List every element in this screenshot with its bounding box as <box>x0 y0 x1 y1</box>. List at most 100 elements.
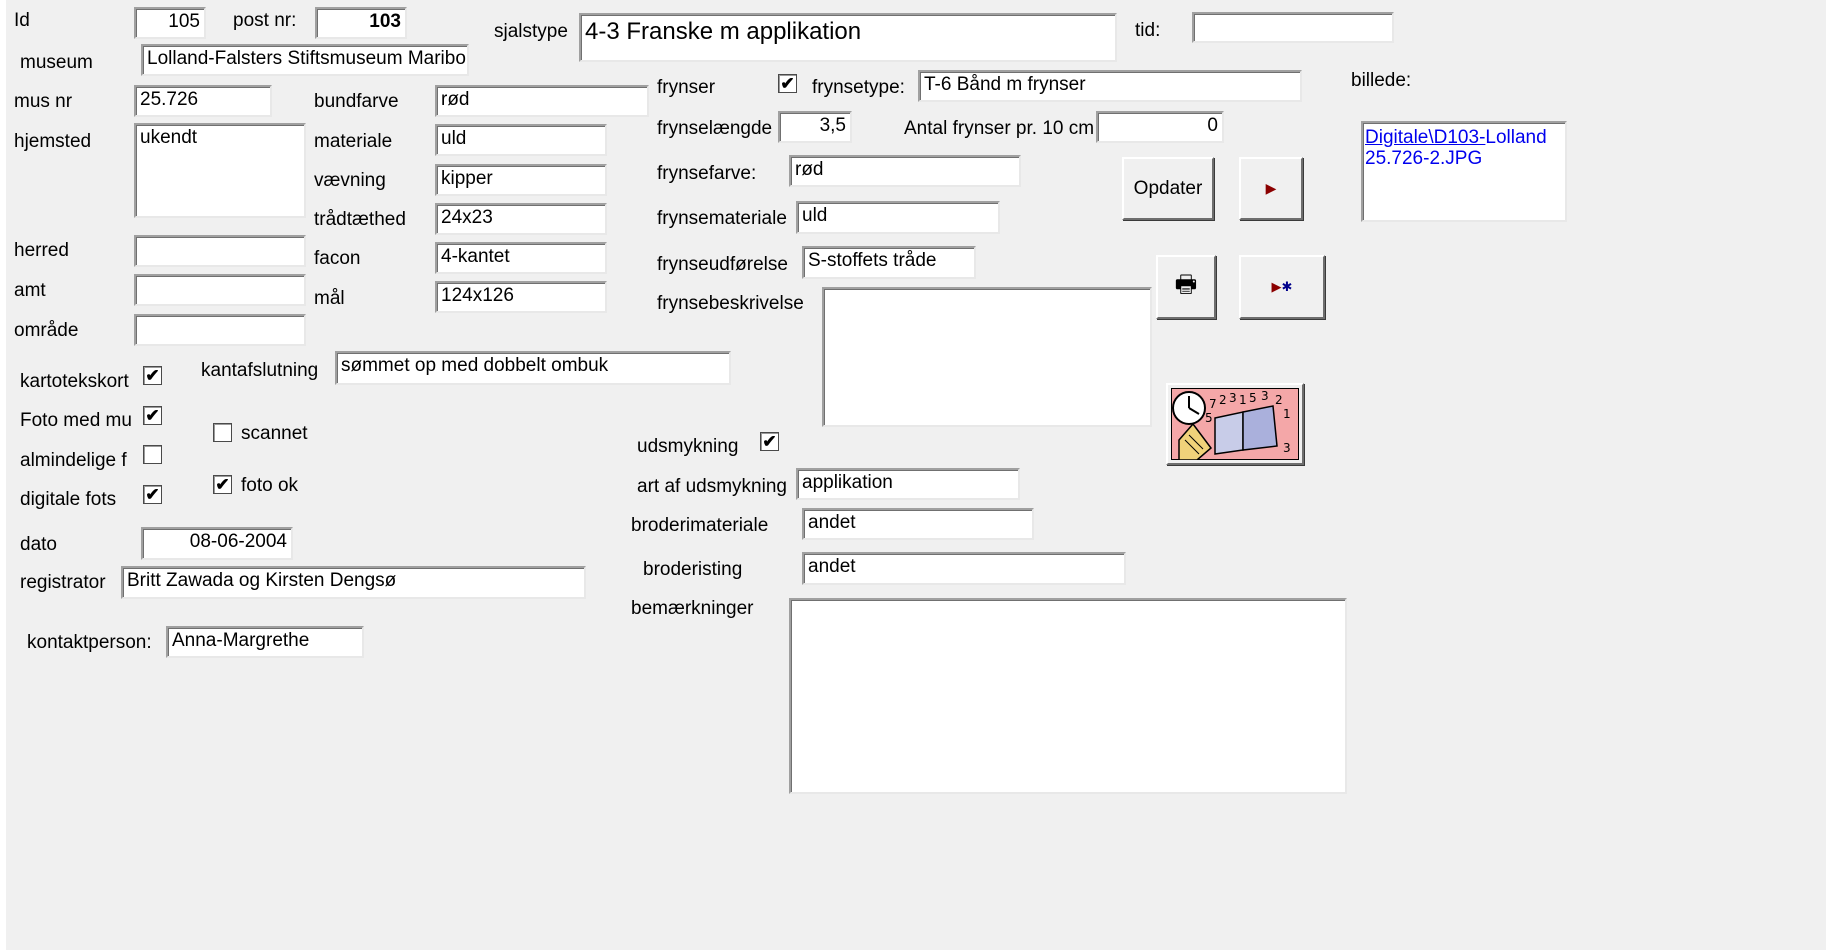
hjemsted-label: hjemsted <box>14 131 92 152</box>
svg-text:2: 2 <box>1275 393 1283 407</box>
sjalstype-label: sjalstype <box>494 21 568 42</box>
svg-text:3: 3 <box>1229 391 1237 405</box>
billede-text: Lolland <box>1485 127 1547 148</box>
almindelige-f-checkbox[interactable] <box>143 445 162 464</box>
new-record-star: ✱ <box>1281 279 1293 294</box>
mus-nr-field[interactable]: 25.726 <box>134 85 272 117</box>
kontaktperson-label: kontaktperson: <box>27 632 152 653</box>
broderimateriale-field[interactable]: andet <box>802 508 1034 540</box>
frynseudfoerelse-field[interactable]: S-stoffets tråde <box>802 246 976 279</box>
svg-text:2: 2 <box>1219 393 1227 407</box>
tid-label: tid: <box>1135 20 1161 41</box>
frynselaengde-label: frynselængde <box>657 118 773 139</box>
amt-label: amt <box>14 280 46 301</box>
svg-text:5: 5 <box>1249 391 1257 405</box>
svg-text:7: 7 <box>1209 397 1217 411</box>
next-record-button[interactable]: ▶ <box>1239 157 1303 220</box>
post-nr-field[interactable]: 103 <box>315 7 407 39</box>
sjalstype-field[interactable]: 4-3 Franske m applikation <box>579 13 1117 62</box>
billede-label: billede: <box>1351 70 1412 91</box>
kantafslutning-label: kantafslutning <box>201 360 319 381</box>
digitale-fots-checkbox[interactable]: ✔ <box>143 485 162 504</box>
bemaerkninger-label: bemærkninger <box>631 598 754 619</box>
registrator-field[interactable]: Britt Zawada og Kirsten Dengsø <box>121 566 586 599</box>
frynsebeskrivelse-label: frynsebeskrivelse <box>657 293 804 314</box>
bundfarve-field[interactable]: rød <box>435 85 649 117</box>
billede-filename: 25.726-2.JPG <box>1365 148 1483 169</box>
mus-nr-label: mus nr <box>14 91 73 112</box>
broderisting-label: broderisting <box>643 559 743 580</box>
frynsebeskrivelse-field[interactable] <box>822 287 1152 427</box>
frynselaengde-field[interactable]: 3,5 <box>778 111 852 143</box>
frynsetype-label: frynsetype: <box>812 77 905 98</box>
svg-text:3: 3 <box>1283 441 1291 455</box>
scannet-label: scannet <box>241 423 308 444</box>
hjemsted-field[interactable]: ukendt <box>134 123 306 218</box>
materiale-field[interactable]: uld <box>435 124 607 156</box>
frynsemateriale-label: frynsemateriale <box>657 208 787 229</box>
svg-text:1: 1 <box>1283 407 1291 421</box>
new-record-arrow: ▶ <box>1271 279 1282 294</box>
maal-field[interactable]: 124x126 <box>435 281 607 313</box>
record-form: Id 105 post nr: 103 sjalstype 4-3 Fransk… <box>6 0 1826 950</box>
dato-label: dato <box>20 534 57 555</box>
id-label: Id <box>14 10 30 31</box>
calendar-book-button[interactable]: 7 2 3 1 5 3 2 1 3 5 <box>1166 383 1304 465</box>
calendar-book-icon: 7 2 3 1 5 3 2 1 3 5 <box>1171 388 1299 460</box>
foto-ok-label: foto ok <box>241 475 299 496</box>
facon-label: facon <box>314 248 361 269</box>
kantafslutning-field[interactable]: sømmet op med dobbelt ombuk <box>335 351 731 385</box>
kontaktperson-field[interactable]: Anna-Margrethe <box>166 626 364 658</box>
new-record-icon: ▶✱ <box>1272 279 1293 295</box>
frynseudfoerelse-label: frynseudførelse <box>657 254 788 275</box>
udsmykning-label: udsmykning <box>637 436 739 457</box>
vaevning-field[interactable]: kipper <box>435 164 607 196</box>
frynsefarve-label: frynsefarve: <box>657 163 757 184</box>
frynser-checkbox[interactable]: ✔ <box>778 74 797 93</box>
facon-field[interactable]: 4-kantet <box>435 242 607 274</box>
frynsetype-field[interactable]: T-6 Bånd m frynser <box>918 70 1302 102</box>
svg-text:1: 1 <box>1239 393 1247 407</box>
vaevning-label: vævning <box>314 170 386 191</box>
billede-link[interactable]: Digitale\D103- <box>1365 127 1485 148</box>
herred-field[interactable] <box>134 235 306 267</box>
broderimateriale-label: broderimateriale <box>631 515 769 536</box>
frynsefarve-field[interactable]: rød <box>789 155 1021 187</box>
new-record-button[interactable]: ▶✱ <box>1239 255 1325 319</box>
antal-frynser-field[interactable]: 0 <box>1096 111 1224 143</box>
opdater-label: Opdater <box>1133 177 1203 199</box>
art-af-udsmykning-label: art af udsmykning <box>637 476 787 497</box>
foto-med-mu-label: Foto med mu <box>20 410 132 431</box>
maal-label: mål <box>314 288 345 309</box>
digitale-fots-label: digitale fots <box>20 489 117 510</box>
post-nr-label: post nr: <box>233 10 297 31</box>
next-record-icon: ▶ <box>1265 180 1277 196</box>
dato-field[interactable]: 08-06-2004 <box>141 527 293 560</box>
bemaerkninger-field[interactable] <box>789 598 1347 794</box>
omraade-field[interactable] <box>134 314 306 346</box>
foto-med-mu-checkbox[interactable]: ✔ <box>143 406 162 425</box>
broderisting-field[interactable]: andet <box>802 552 1126 585</box>
almindelige-f-label: almindelige f <box>20 450 127 471</box>
traadtaethed-field[interactable]: 24x23 <box>435 203 607 235</box>
udsmykning-checkbox[interactable]: ✔ <box>760 432 779 451</box>
scannet-checkbox[interactable] <box>213 423 232 442</box>
id-field[interactable]: 105 <box>134 7 206 39</box>
omraade-label: område <box>14 320 79 341</box>
herred-label: herred <box>14 240 69 261</box>
svg-text:5: 5 <box>1205 411 1213 425</box>
antal-frynser-label: Antal frynser pr. 10 cm <box>904 118 1095 139</box>
foto-ok-checkbox[interactable]: ✔ <box>213 475 232 494</box>
traadtaethed-label: trådtæthed <box>314 209 406 230</box>
museum-field[interactable]: Lolland-Falsters Stiftsmuseum Maribo <box>141 44 469 76</box>
registrator-label: registrator <box>20 572 106 593</box>
tid-field[interactable] <box>1192 12 1394 43</box>
frynsemateriale-field[interactable]: uld <box>796 201 1000 234</box>
billede-field: Digitale\D103-Lolland 25.726-2.JPG <box>1361 121 1567 222</box>
opdater-button[interactable]: Opdater <box>1122 157 1214 220</box>
amt-field[interactable] <box>134 274 306 306</box>
art-af-udsmykning-field[interactable]: applikation <box>796 468 1020 500</box>
print-button[interactable]: 🖶 <box>1156 255 1216 319</box>
kartotekskort-checkbox[interactable]: ✔ <box>143 366 162 385</box>
svg-text:3: 3 <box>1261 389 1269 403</box>
